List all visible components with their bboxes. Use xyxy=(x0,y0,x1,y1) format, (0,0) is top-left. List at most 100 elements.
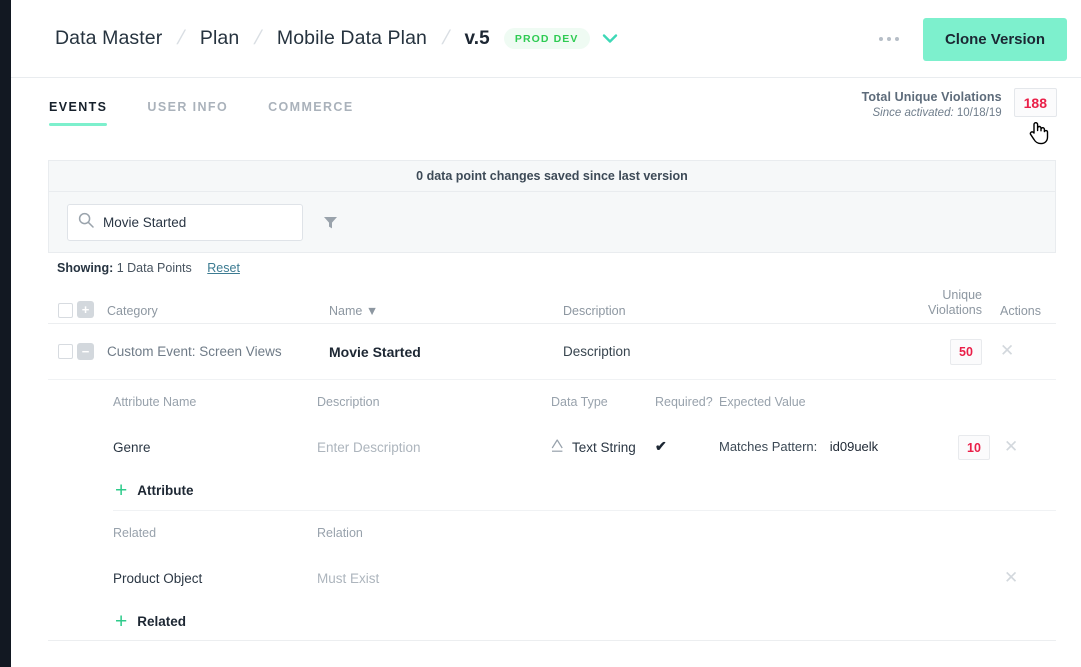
violations-since-label: Since activated: xyxy=(872,107,954,119)
total-violations-widget: Total Unique Violations Since activated:… xyxy=(862,88,1057,119)
row-actions-cell: ✕ xyxy=(1000,342,1056,361)
attribute-expected-value: id09uelk xyxy=(829,439,879,454)
close-icon[interactable]: ✕ xyxy=(1004,437,1018,456)
chevron-down-icon[interactable] xyxy=(602,33,618,44)
tab-commerce[interactable]: COMMERCE xyxy=(268,100,354,126)
showing-count: 1 Data Points xyxy=(116,261,192,275)
column-header-name[interactable]: Name ▼ xyxy=(329,304,563,318)
minus-box-icon[interactable]: − xyxy=(77,343,94,360)
violations-since-date: 10/18/19 xyxy=(956,107,1002,119)
row-category: Custom Event: Screen Views xyxy=(107,344,282,359)
breadcrumb: Data Master / Plan / Mobile Data Plan / … xyxy=(55,27,618,50)
attribute-expected-label: Matches Pattern: xyxy=(719,439,818,454)
text-string-icon xyxy=(551,438,564,456)
add-related-button[interactable]: + Related xyxy=(113,601,1056,641)
env-badge: PROD DEV xyxy=(503,28,590,49)
add-attribute-button[interactable]: + Attribute xyxy=(113,470,1056,510)
header-actions: Clone Version xyxy=(865,0,1067,78)
related-header-row: Related Relation xyxy=(113,511,1056,555)
showing-summary: Showing: 1 Data Points Reset xyxy=(57,261,240,275)
related-object-name[interactable]: Product Object xyxy=(113,571,317,586)
reset-link[interactable]: Reset xyxy=(207,261,240,275)
related-row: Product Object Must Exist ✕ xyxy=(113,555,1056,601)
related-actions-cell: ✕ xyxy=(1004,569,1056,588)
app-root: Data Master / Plan / Mobile Data Plan / … xyxy=(0,0,1081,667)
column-header-category[interactable]: Category xyxy=(107,304,329,318)
breadcrumb-separator: / xyxy=(175,27,188,49)
top-header: Data Master / Plan / Mobile Data Plan / … xyxy=(11,0,1081,78)
column-header-unique-violations: Unique Violations xyxy=(908,288,1000,318)
expand-all-cell: + xyxy=(77,301,107,318)
sort-desc-icon: ▼ xyxy=(365,304,379,318)
total-violations-count[interactable]: 188 xyxy=(1013,88,1057,117)
attribute-violations-cell: 10 xyxy=(922,434,1004,460)
attribute-row: Genre Enter Description Text String ✔ Ma… xyxy=(113,424,1056,470)
clone-version-button[interactable]: Clone Version xyxy=(922,17,1067,61)
column-header-expected-value: Expected Value xyxy=(719,395,806,409)
breadcrumb-item-version[interactable]: v.5 xyxy=(465,28,490,50)
breadcrumb-separator: / xyxy=(439,27,452,49)
breadcrumb-item-plan[interactable]: Plan xyxy=(200,27,239,50)
column-header-required: Required? xyxy=(655,395,713,409)
table-row: − Custom Event: Screen Views Movie Start… xyxy=(48,324,1056,380)
close-icon[interactable]: ✕ xyxy=(1000,341,1014,360)
row-collapse-cell: − xyxy=(77,343,107,360)
row-checkbox[interactable] xyxy=(58,344,73,359)
tab-user-info[interactable]: USER INFO xyxy=(147,100,228,126)
changes-notice: 0 data point changes saved since last ve… xyxy=(48,160,1056,191)
funnel-icon[interactable] xyxy=(319,211,342,234)
checkmark-icon: ✔ xyxy=(655,438,667,454)
plus-icon: + xyxy=(115,609,128,633)
attribute-data-type-cell[interactable]: Text String xyxy=(551,438,655,456)
attribute-description-input[interactable]: Enter Description xyxy=(317,440,551,455)
row-select-cell xyxy=(48,344,77,359)
row-name[interactable]: Movie Started xyxy=(329,344,563,360)
showing-prefix: Showing: xyxy=(57,261,114,275)
search-input[interactable] xyxy=(103,214,292,230)
attribute-actions-cell: ✕ xyxy=(1004,438,1056,457)
column-header-name-label: Name xyxy=(329,304,363,318)
column-header-attribute-description: Description xyxy=(317,395,380,409)
violations-title: Total Unique Violations xyxy=(861,90,1002,104)
select-all-cell xyxy=(48,303,77,318)
related-section: Related Relation Product Object Must Exi… xyxy=(113,511,1056,641)
attribute-data-type: Text String xyxy=(572,439,636,455)
search-toolbar xyxy=(48,191,1056,253)
column-header-unique: Unique xyxy=(942,288,982,302)
attribute-name[interactable]: Genre xyxy=(113,440,317,455)
column-header-actions: Actions xyxy=(1000,304,1041,318)
breadcrumb-item-mobile-data-plan[interactable]: Mobile Data Plan xyxy=(277,27,427,50)
close-icon[interactable]: ✕ xyxy=(1004,568,1018,587)
ellipsis-icon[interactable] xyxy=(865,27,913,51)
search-icon xyxy=(78,212,94,233)
bottom-divider xyxy=(48,640,1056,641)
column-header-data-type: Data Type xyxy=(551,395,608,409)
search-box[interactable] xyxy=(67,203,303,241)
column-header-relation: Relation xyxy=(317,526,363,540)
attribute-expected-cell[interactable]: Matches Pattern: id09uelk xyxy=(719,438,922,456)
row-description[interactable]: Description xyxy=(563,344,908,359)
attribute-required-cell[interactable]: ✔ xyxy=(655,438,719,456)
content-panel: 0 data point changes saved since last ve… xyxy=(48,160,1056,253)
tab-list: EVENTS USER INFO COMMERCE xyxy=(49,100,354,126)
related-relation[interactable]: Must Exist xyxy=(317,571,551,586)
breadcrumb-item-data-master[interactable]: Data Master xyxy=(55,27,162,50)
add-related-label: Related xyxy=(137,613,187,629)
select-all-checkbox[interactable] xyxy=(58,303,73,318)
column-header-description[interactable]: Description xyxy=(563,304,908,318)
add-attribute-label: Attribute xyxy=(137,482,194,498)
violations-labels: Total Unique Violations Since activated:… xyxy=(862,88,1002,119)
attributes-header-row: Attribute Name Description Data Type Req… xyxy=(113,380,1056,424)
data-points-table: + Category Name ▼ Description Unique Vio… xyxy=(48,282,1056,641)
violations-since: Since activated: 10/18/19 xyxy=(862,107,1002,119)
column-header-related: Related xyxy=(113,526,157,540)
tab-events[interactable]: EVENTS xyxy=(49,100,108,126)
row-violations-badge[interactable]: 50 xyxy=(950,338,982,365)
plus-box-icon[interactable]: + xyxy=(77,301,94,318)
table-header-row: + Category Name ▼ Description Unique Vio… xyxy=(48,282,1056,324)
attributes-section: Attribute Name Description Data Type Req… xyxy=(113,380,1056,510)
left-nav-rail xyxy=(0,0,11,667)
breadcrumb-separator: / xyxy=(252,27,265,49)
attribute-violations-badge[interactable]: 10 xyxy=(958,434,990,460)
column-header-violations: Violations xyxy=(928,303,982,317)
